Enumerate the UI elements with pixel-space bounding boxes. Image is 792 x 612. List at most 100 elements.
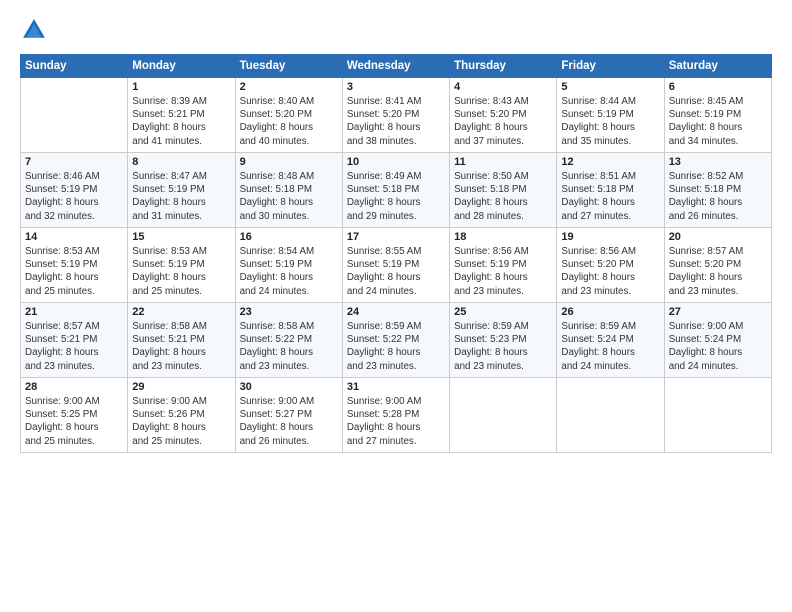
day-cell: 9 Sunrise: 8:48 AMSunset: 5:18 PMDaylight… <box>235 153 342 228</box>
day-cell: 30 Sunrise: 9:00 AMSunset: 5:27 PMDayligh… <box>235 378 342 453</box>
day-cell: 6 Sunrise: 8:45 AMSunset: 5:19 PMDaylight… <box>664 78 771 153</box>
day-info: Sunrise: 8:39 AMSunset: 5:21 PMDaylight:… <box>132 95 230 148</box>
day-info: Sunrise: 8:46 AMSunset: 5:19 PMDaylight:… <box>25 170 123 223</box>
day-cell: 26 Sunrise: 8:59 AMSunset: 5:24 PMDayligh… <box>557 303 664 378</box>
day-cell: 14 Sunrise: 8:53 AMSunset: 5:19 PMDayligh… <box>21 228 128 303</box>
day-info: Sunrise: 8:44 AMSunset: 5:19 PMDaylight:… <box>561 95 659 148</box>
day-number: 12 <box>561 156 659 168</box>
week-row-5: 28 Sunrise: 9:00 AMSunset: 5:25 PMDayligh… <box>21 378 772 453</box>
logo <box>20 16 50 44</box>
day-cell: 13 Sunrise: 8:52 AMSunset: 5:18 PMDayligh… <box>664 153 771 228</box>
day-info: Sunrise: 8:53 AMSunset: 5:19 PMDaylight:… <box>25 245 123 298</box>
day-info: Sunrise: 8:58 AMSunset: 5:22 PMDaylight:… <box>240 320 338 373</box>
day-info: Sunrise: 9:00 AMSunset: 5:25 PMDaylight:… <box>25 395 123 448</box>
col-header-sunday: Sunday <box>21 55 128 78</box>
day-cell <box>557 378 664 453</box>
day-cell: 12Sunrise: 8:51 AMSunset: 5:18 PMDayligh… <box>557 153 664 228</box>
day-cell: 25 Sunrise: 8:59 AMSunset: 5:23 PMDayligh… <box>450 303 557 378</box>
day-number: 16 <box>240 231 338 243</box>
day-number: 15 <box>132 231 230 243</box>
day-cell: 8 Sunrise: 8:47 AMSunset: 5:19 PMDaylight… <box>128 153 235 228</box>
day-number: 11 <box>454 156 552 168</box>
page: SundayMondayTuesdayWednesdayThursdayFrid… <box>0 0 792 612</box>
day-cell: 17 Sunrise: 8:55 AMSunset: 5:19 PMDayligh… <box>342 228 449 303</box>
day-cell: 21 Sunrise: 8:57 AMSunset: 5:21 PMDayligh… <box>21 303 128 378</box>
day-info: Sunrise: 8:55 AMSunset: 5:19 PMDaylight:… <box>347 245 445 298</box>
day-info: Sunrise: 8:58 AMSunset: 5:21 PMDaylight:… <box>132 320 230 373</box>
day-info: Sunrise: 8:41 AMSunset: 5:20 PMDaylight:… <box>347 95 445 148</box>
day-number: 4 <box>454 81 552 93</box>
day-number: 13 <box>669 156 767 168</box>
day-number: 21 <box>25 306 123 318</box>
week-row-3: 14 Sunrise: 8:53 AMSunset: 5:19 PMDayligh… <box>21 228 772 303</box>
day-number: 9 <box>240 156 338 168</box>
day-number: 27 <box>669 306 767 318</box>
col-header-friday: Friday <box>557 55 664 78</box>
logo-icon <box>20 16 48 44</box>
day-info: Sunrise: 8:59 AMSunset: 5:24 PMDaylight:… <box>561 320 659 373</box>
col-header-wednesday: Wednesday <box>342 55 449 78</box>
day-number: 19 <box>561 231 659 243</box>
day-cell: 4Sunrise: 8:43 AMSunset: 5:20 PMDaylight… <box>450 78 557 153</box>
day-info: Sunrise: 8:57 AMSunset: 5:20 PMDaylight:… <box>669 245 767 298</box>
day-cell: 22Sunrise: 8:58 AMSunset: 5:21 PMDayligh… <box>128 303 235 378</box>
day-number: 30 <box>240 381 338 393</box>
day-cell: 18 Sunrise: 8:56 AMSunset: 5:19 PMDayligh… <box>450 228 557 303</box>
day-cell: 20 Sunrise: 8:57 AMSunset: 5:20 PMDayligh… <box>664 228 771 303</box>
day-cell: 11 Sunrise: 8:50 AMSunset: 5:18 PMDayligh… <box>450 153 557 228</box>
day-number: 17 <box>347 231 445 243</box>
day-cell: 5 Sunrise: 8:44 AMSunset: 5:19 PMDaylight… <box>557 78 664 153</box>
day-info: Sunrise: 8:48 AMSunset: 5:18 PMDaylight:… <box>240 170 338 223</box>
day-info: Sunrise: 8:56 AMSunset: 5:20 PMDaylight:… <box>561 245 659 298</box>
day-cell: 19 Sunrise: 8:56 AMSunset: 5:20 PMDayligh… <box>557 228 664 303</box>
day-number: 25 <box>454 306 552 318</box>
day-cell: 3Sunrise: 8:41 AMSunset: 5:20 PMDaylight… <box>342 78 449 153</box>
calendar-table: SundayMondayTuesdayWednesdayThursdayFrid… <box>20 54 772 453</box>
day-info: Sunrise: 9:00 AMSunset: 5:28 PMDaylight:… <box>347 395 445 448</box>
day-cell: 31Sunrise: 9:00 AMSunset: 5:28 PMDayligh… <box>342 378 449 453</box>
day-cell: 7 Sunrise: 8:46 AMSunset: 5:19 PMDaylight… <box>21 153 128 228</box>
day-info: Sunrise: 8:47 AMSunset: 5:19 PMDaylight:… <box>132 170 230 223</box>
day-info: Sunrise: 8:53 AMSunset: 5:19 PMDaylight:… <box>132 245 230 298</box>
day-number: 28 <box>25 381 123 393</box>
day-info: Sunrise: 8:59 AMSunset: 5:23 PMDaylight:… <box>454 320 552 373</box>
day-cell: 24Sunrise: 8:59 AMSunset: 5:22 PMDayligh… <box>342 303 449 378</box>
day-number: 8 <box>132 156 230 168</box>
day-info: Sunrise: 8:57 AMSunset: 5:21 PMDaylight:… <box>25 320 123 373</box>
day-number: 20 <box>669 231 767 243</box>
day-info: Sunrise: 8:45 AMSunset: 5:19 PMDaylight:… <box>669 95 767 148</box>
day-number: 7 <box>25 156 123 168</box>
day-number: 6 <box>669 81 767 93</box>
day-info: Sunrise: 9:00 AMSunset: 5:27 PMDaylight:… <box>240 395 338 448</box>
day-cell: 23 Sunrise: 8:58 AMSunset: 5:22 PMDayligh… <box>235 303 342 378</box>
day-info: Sunrise: 8:52 AMSunset: 5:18 PMDaylight:… <box>669 170 767 223</box>
day-number: 5 <box>561 81 659 93</box>
day-number: 14 <box>25 231 123 243</box>
day-cell: 27 Sunrise: 9:00 AMSunset: 5:24 PMDayligh… <box>664 303 771 378</box>
week-row-2: 7 Sunrise: 8:46 AMSunset: 5:19 PMDaylight… <box>21 153 772 228</box>
day-cell: 28 Sunrise: 9:00 AMSunset: 5:25 PMDayligh… <box>21 378 128 453</box>
day-cell <box>21 78 128 153</box>
col-header-thursday: Thursday <box>450 55 557 78</box>
col-header-tuesday: Tuesday <box>235 55 342 78</box>
day-info: Sunrise: 8:40 AMSunset: 5:20 PMDaylight:… <box>240 95 338 148</box>
day-cell: 1 Sunrise: 8:39 AMSunset: 5:21 PMDaylight… <box>128 78 235 153</box>
header <box>20 16 772 44</box>
day-cell <box>450 378 557 453</box>
day-cell: 10 Sunrise: 8:49 AMSunset: 5:18 PMDayligh… <box>342 153 449 228</box>
day-info: Sunrise: 8:50 AMSunset: 5:18 PMDaylight:… <box>454 170 552 223</box>
day-number: 18 <box>454 231 552 243</box>
day-number: 10 <box>347 156 445 168</box>
day-info: Sunrise: 8:56 AMSunset: 5:19 PMDaylight:… <box>454 245 552 298</box>
day-cell: 29Sunrise: 9:00 AMSunset: 5:26 PMDayligh… <box>128 378 235 453</box>
week-row-4: 21 Sunrise: 8:57 AMSunset: 5:21 PMDayligh… <box>21 303 772 378</box>
day-cell <box>664 378 771 453</box>
day-info: Sunrise: 9:00 AMSunset: 5:24 PMDaylight:… <box>669 320 767 373</box>
day-number: 26 <box>561 306 659 318</box>
header-row: SundayMondayTuesdayWednesdayThursdayFrid… <box>21 55 772 78</box>
day-number: 1 <box>132 81 230 93</box>
day-number: 23 <box>240 306 338 318</box>
col-header-monday: Monday <box>128 55 235 78</box>
day-info: Sunrise: 8:49 AMSunset: 5:18 PMDaylight:… <box>347 170 445 223</box>
day-info: Sunrise: 9:00 AMSunset: 5:26 PMDaylight:… <box>132 395 230 448</box>
